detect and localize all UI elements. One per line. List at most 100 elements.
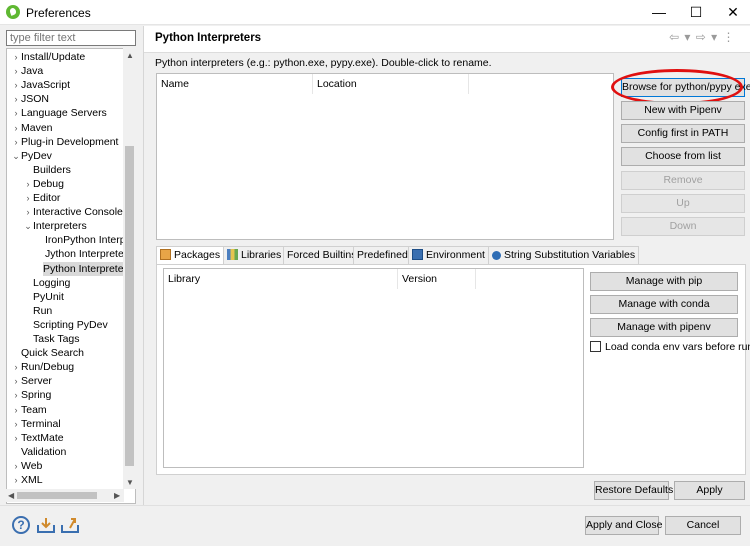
package-icon (160, 249, 171, 260)
expand-arrow-icon[interactable]: › (11, 135, 21, 149)
restore-defaults-button[interactable]: Restore Defaults (594, 481, 673, 500)
tree-item[interactable]: PyUnit (23, 290, 64, 304)
tree-item-label: IronPython Interpr (45, 234, 130, 247)
tree-item[interactable]: › JavaScript (11, 78, 71, 92)
tab-libraries[interactable]: Libraries (223, 246, 286, 264)
scroll-down-arrow-icon[interactable]: ▼ (126, 478, 134, 487)
tree-item[interactable]: › Debug (23, 177, 64, 191)
tab-forced-builtins[interactable]: Forced Builtins (283, 246, 361, 264)
expand-arrow-icon[interactable]: › (23, 191, 33, 205)
expand-arrow-icon[interactable]: › (11, 417, 21, 431)
tree-item[interactable]: Quick Search (11, 346, 84, 360)
import-preferences-icon[interactable] (37, 516, 55, 534)
expand-arrow-icon[interactable]: › (11, 374, 21, 388)
tree-item[interactable]: Scripting PyDev (23, 318, 108, 332)
expand-arrow-icon[interactable]: › (11, 121, 21, 135)
new-with-pipenv-button[interactable]: New with Pipenv (621, 101, 745, 120)
expand-arrow-icon[interactable]: › (11, 431, 21, 445)
tree-item[interactable]: › XML (11, 473, 43, 487)
tree-item[interactable]: ⌄PyDev (11, 149, 52, 163)
expand-arrow-icon[interactable]: › (11, 92, 21, 106)
tree-item-label: Spring (21, 389, 52, 402)
tree-item[interactable]: › Maven (11, 121, 53, 135)
tree-horizontal-scroll-thumb[interactable] (17, 492, 97, 499)
apply-button[interactable]: Apply (674, 481, 745, 500)
tree-item[interactable]: › Server (11, 374, 52, 388)
history-nav-icons[interactable]: ⇦ ▾ ⇨ ▾ ⋮ (669, 30, 736, 44)
expand-arrow-icon[interactable]: › (11, 388, 21, 402)
tree-item[interactable]: Validation (11, 445, 66, 459)
help-icon[interactable]: ? (12, 516, 30, 534)
tree-item[interactable]: › Install/Update (11, 50, 86, 64)
scroll-left-arrow-icon[interactable]: ◀ (8, 491, 14, 500)
tab-environment[interactable]: Environment (408, 246, 489, 264)
expand-arrow-icon[interactable]: › (11, 473, 21, 487)
tree-item[interactable]: Task Tags (23, 332, 80, 346)
tree-item[interactable]: Logging (23, 276, 70, 290)
tree-item[interactable]: Run (23, 304, 52, 318)
tree-item[interactable]: › Java (11, 64, 44, 78)
interpreters-table[interactable]: Name Location (156, 73, 614, 240)
tree-vertical-scroll-thumb[interactable] (125, 146, 134, 466)
tree-item[interactable]: IronPython Interpr (35, 233, 129, 247)
tab-string-substitution-variables[interactable]: String Substitution Variables (488, 246, 640, 264)
tree-item[interactable]: ⌄Interpreters (23, 219, 86, 233)
column-header-name[interactable]: Name (157, 74, 313, 94)
down-button[interactable]: Down (621, 217, 745, 236)
tree-item[interactable]: › Interactive Console (23, 205, 123, 219)
column-header-location[interactable]: Location (313, 74, 469, 94)
tree-item[interactable]: › Spring (11, 388, 52, 402)
tree-item[interactable]: Builders (23, 163, 71, 177)
tree-item[interactable]: › Run/Debug (11, 360, 75, 374)
tree-item[interactable]: › Terminal (11, 417, 61, 431)
expand-arrow-icon[interactable]: › (23, 177, 33, 191)
expand-arrow-icon[interactable]: › (23, 205, 33, 219)
column-header-library[interactable]: Library (164, 269, 398, 289)
manage-with-pipenv-button[interactable]: Manage with pipenv (590, 318, 738, 337)
scroll-right-arrow-icon[interactable]: ▶ (114, 491, 120, 500)
tree-item[interactable]: › TextMate (11, 431, 64, 445)
up-button[interactable]: Up (621, 194, 745, 213)
tab-packages[interactable]: Packages (156, 246, 225, 265)
expand-arrow-icon[interactable]: › (11, 403, 21, 417)
pane-divider[interactable] (143, 26, 144, 505)
minimize-button[interactable]: — (641, 0, 677, 25)
tree-item[interactable]: › Plug-in Development (11, 135, 119, 149)
filter-input[interactable] (6, 30, 136, 46)
tree-item[interactable]: › Language Servers (11, 106, 107, 120)
expand-arrow-icon[interactable]: › (11, 50, 21, 64)
packages-table[interactable]: Library Version (163, 268, 584, 468)
tab-predefined[interactable]: Predefined (353, 246, 412, 264)
tab-label: Environment (426, 249, 485, 261)
config-first-in-path-button[interactable]: Config first in PATH (621, 124, 745, 143)
manage-with-conda-button[interactable]: Manage with conda (590, 295, 738, 314)
tree-item[interactable]: › Web (11, 459, 43, 473)
checkbox-box[interactable] (590, 341, 601, 352)
collapse-arrow-icon[interactable]: ⌄ (11, 149, 21, 163)
expand-arrow-icon[interactable]: › (11, 360, 21, 374)
column-header-version[interactable]: Version (398, 269, 476, 289)
scroll-up-arrow-icon[interactable]: ▲ (126, 51, 134, 60)
expand-arrow-icon[interactable]: › (11, 106, 21, 120)
apply-and-close-button[interactable]: Apply and Close (585, 516, 662, 535)
cancel-button[interactable]: Cancel (665, 516, 741, 535)
choose-from-list-button[interactable]: Choose from list (621, 147, 745, 166)
tree-item-label: Terminal (21, 417, 61, 430)
collapse-arrow-icon[interactable]: ⌄ (23, 219, 33, 233)
export-preferences-icon[interactable] (61, 516, 79, 534)
close-button[interactable]: ✕ (715, 0, 750, 25)
expand-arrow-icon[interactable]: › (11, 459, 21, 473)
tree-item[interactable]: Python Interpreter (43, 261, 132, 276)
tree-item-label: Python Interpreter (43, 262, 128, 275)
tree-item[interactable]: › JSON (11, 92, 50, 106)
maximize-button[interactable]: ☐ (678, 0, 714, 25)
tree-item[interactable]: › Team (11, 403, 47, 417)
expand-arrow-icon[interactable]: › (11, 78, 21, 92)
load-conda-env-checkbox[interactable]: Load conda env vars before run? (590, 341, 750, 353)
remove-button[interactable]: Remove (621, 171, 745, 190)
tree-item[interactable]: › Editor (23, 191, 61, 205)
tree-item-label: Run (33, 304, 53, 317)
manage-with-pip-button[interactable]: Manage with pip (590, 272, 738, 291)
tree-item[interactable]: Jython Interpreter (35, 247, 127, 261)
expand-arrow-icon[interactable]: › (11, 64, 21, 78)
